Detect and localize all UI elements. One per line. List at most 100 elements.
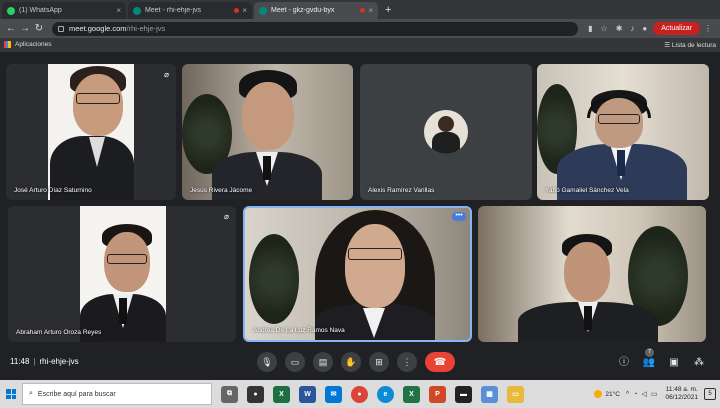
bookmarks-bar: Aplicaciones ☰ Lista de lectura — [0, 38, 720, 52]
excel-2-icon[interactable]: X — [403, 385, 420, 403]
side-panel-controls: ⓘ 👥 7 ▣ ⁂ — [606, 348, 706, 370]
participant-tile[interactable]: Jesús Rivera Jácome — [182, 64, 353, 200]
taskbar-search-box[interactable]: ⌕ Escribe aquí para buscar — [22, 383, 212, 405]
tab-meet-gkz[interactable]: Meet - gkz-gvdu-byx × — [254, 2, 378, 19]
edge-icon[interactable]: e — [377, 385, 394, 403]
explorer-icon[interactable]: ▭ — [507, 385, 524, 403]
camera-button[interactable]: ▭ — [285, 352, 305, 372]
more-options-icon[interactable]: ••• — [452, 212, 466, 221]
mail-icon[interactable]: ✉ — [325, 385, 342, 403]
camera-indicator-icon[interactable]: ▮ — [588, 24, 592, 33]
participant-tile[interactable]: Abraham Arturo Oroza Reyes ⌀ — [8, 206, 236, 342]
face — [242, 82, 294, 150]
camera-icon: ▭ — [290, 356, 300, 367]
more-options-button[interactable]: ⋮ — [397, 352, 417, 372]
face — [73, 74, 123, 136]
meeting-time: 11:48 — [10, 356, 30, 366]
separator: | — [33, 356, 36, 366]
participant-name: Abraham Arturo Oroza Reyes — [16, 329, 102, 336]
chevron-up-icon[interactable]: ^ — [626, 391, 629, 398]
plant — [249, 234, 299, 324]
notification-center-icon[interactable]: 5 — [704, 388, 716, 400]
update-button[interactable]: Actualizar — [653, 22, 700, 35]
media-icon[interactable]: ♪ — [630, 24, 634, 33]
excel-icon[interactable]: X — [273, 385, 290, 403]
photos-icon[interactable]: ▦ — [481, 385, 498, 403]
bookmark-apps[interactable]: Aplicaciones — [4, 41, 52, 49]
bookmark-apps-label: Aplicaciones — [15, 41, 52, 49]
phone-hangup-icon: ☎ — [433, 356, 447, 368]
end-call-button[interactable]: ☎ — [425, 352, 455, 372]
info-icon: ⓘ — [619, 357, 629, 368]
new-tab-icon[interactable]: + — [385, 4, 391, 16]
more-vert-icon: ⋮ — [402, 356, 412, 367]
participant-tile[interactable]: Yaftó Gamaliel Sánchez Vela — [537, 64, 709, 200]
apps-grid-icon — [4, 41, 11, 49]
forward-icon[interactable]: → — [18, 23, 32, 34]
mic-off-icon: ⌀ — [164, 70, 169, 79]
present-icon: ⊞ — [375, 356, 383, 367]
media-player-icon[interactable]: ● — [247, 385, 264, 403]
temperature[interactable]: 21°C — [605, 391, 620, 398]
present-button[interactable]: ⊞ — [369, 352, 389, 372]
participant-tile-pinned[interactable]: Andrea De La Luz Ramos Nava ••• — [243, 206, 472, 342]
task-view-icon[interactable]: ⧉ — [221, 385, 238, 403]
whatsapp-icon — [7, 6, 15, 15]
face — [345, 224, 405, 308]
browser-tab-bar: (1) WhatsApp × Meet - rhi-ehje-jvs × Mee… — [0, 0, 720, 19]
participant-name: Andrea De La Luz Ramos Nava — [253, 327, 345, 334]
url-host: meet.google.com — [69, 24, 127, 33]
participant-tile[interactable] — [478, 206, 706, 342]
taskbar-clock[interactable]: 11:48 a. m. 06/12/2021 — [665, 386, 698, 402]
captions-button[interactable]: ▤ — [313, 352, 333, 372]
reading-list[interactable]: ☰ Lista de lectura — [664, 41, 716, 49]
star-icon[interactable]: ☆ — [601, 24, 608, 33]
microphone-icon: 🎙 — [261, 356, 273, 367]
participant-name: Yaftó Gamaliel Sánchez Vela — [545, 187, 629, 194]
start-button[interactable] — [0, 380, 22, 408]
close-tab-icon[interactable]: × — [116, 6, 121, 15]
close-tab-icon[interactable]: × — [242, 6, 247, 15]
participant-name: Jesús Rivera Jácome — [190, 187, 253, 194]
terminal-icon[interactable]: ▬ — [455, 385, 472, 403]
meet-icon — [259, 6, 267, 15]
tab-meet-rhi[interactable]: Meet - rhi-ehje-jvs × — [128, 2, 252, 19]
tab-whatsapp[interactable]: (1) WhatsApp × — [2, 2, 126, 19]
meeting-code: rhi-ehje-jvs — [39, 356, 79, 366]
meeting-details-button[interactable]: ⓘ — [617, 356, 631, 370]
activities-icon: ⁂ — [694, 357, 704, 368]
volume-icon[interactable]: ◁ — [641, 390, 646, 398]
profile-avatar-icon[interactable]: ● — [642, 24, 647, 33]
word-icon[interactable]: W — [299, 385, 316, 403]
url-path: /rhi-ehje-jvs — [126, 24, 166, 33]
close-tab-icon[interactable]: × — [368, 6, 373, 15]
reload-icon[interactable]: ↻ — [32, 23, 46, 34]
chrome-icon[interactable]: ● — [351, 385, 368, 403]
activities-button[interactable]: ⁂ — [692, 356, 706, 370]
raise-hand-button[interactable]: ✋ — [341, 352, 361, 372]
wifi-icon[interactable]: ◔ — [633, 391, 637, 398]
participants-button[interactable]: 👥 7 — [642, 348, 656, 370]
extensions-icon[interactable]: ✱ — [616, 24, 623, 33]
meet-control-bar: 11:48 | rhi-ehje-jvs 🎙 ▭ ▤ ✋ ⊞ ⋮ ☎ ⓘ 👥 7 ▣… — [0, 342, 720, 380]
address-bar-row: ← → ↻ meet.google.com /rhi-ehje-jvs ▮ ☆ … — [0, 19, 720, 38]
tab-label: Meet - gkz-gvdu-byx — [271, 7, 335, 14]
chat-button[interactable]: ▣ — [667, 356, 681, 370]
search-icon: ⌕ — [29, 390, 33, 397]
avatar — [424, 110, 468, 154]
battery-icon[interactable]: ▭ — [651, 390, 658, 398]
people-icon: 👥 — [642, 357, 656, 368]
powerpoint-icon[interactable]: P — [429, 385, 446, 403]
menu-icon[interactable]: ⋮ — [704, 24, 712, 33]
recording-icon — [360, 8, 366, 13]
taskbar-time: 11:48 a. m. — [665, 386, 698, 393]
participant-tile[interactable]: José Arturo Díaz Saturnino ⌀ — [6, 64, 176, 200]
back-icon[interactable]: ← — [4, 23, 18, 34]
mic-off-icon: ⌀ — [224, 212, 229, 221]
search-placeholder: Escribe aquí para buscar — [37, 390, 116, 398]
weather-sun-icon — [594, 390, 603, 398]
microphone-button[interactable]: 🎙 — [257, 352, 277, 372]
url-bar[interactable]: meet.google.com /rhi-ehje-jvs — [52, 21, 579, 36]
taskbar-date: 06/12/2021 — [665, 394, 698, 401]
participant-tile[interactable]: Alexis Ramírez Varillas — [360, 64, 532, 200]
